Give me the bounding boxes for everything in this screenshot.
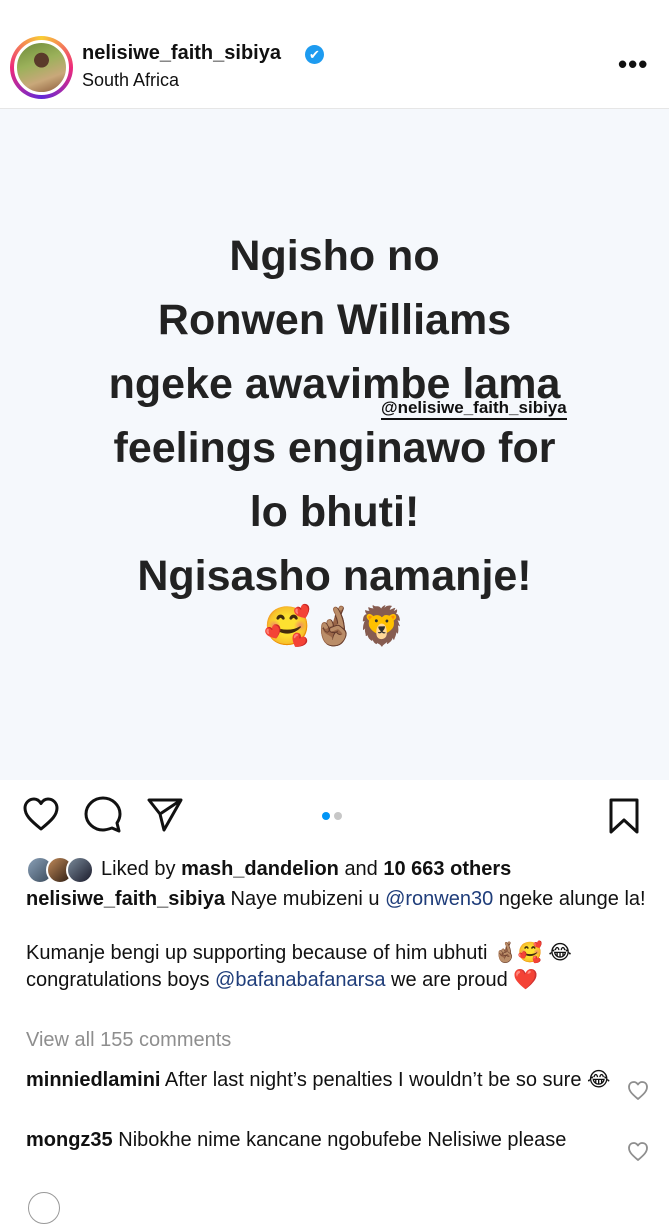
liker-avatars[interactable]: [26, 856, 96, 884]
likes-and: and: [344, 858, 378, 880]
carousel-dot-active: [322, 812, 330, 820]
post-text-line: Ronwen Williams: [157, 296, 512, 344]
caption-text: we are proud ❤️: [391, 969, 539, 991]
carousel-dot: [334, 812, 342, 820]
post-text-line: Ngisho no: [229, 232, 440, 280]
more-options-icon[interactable]: •••: [618, 51, 648, 77]
comment: minniedlamini After last night’s penalti…: [26, 1067, 611, 1093]
heart-icon[interactable]: [22, 796, 60, 832]
comment-icon[interactable]: [84, 796, 122, 834]
liker-username[interactable]: mash_dandelion: [181, 858, 339, 880]
emoji-row: 🥰🤞🏽🦁: [263, 606, 406, 648]
view-all-comments-link[interactable]: View all 155 comments: [26, 1029, 231, 1052]
post-text-line: Ngisasho namanje!: [137, 552, 532, 600]
comment-like-heart-icon[interactable]: [627, 1141, 649, 1163]
username[interactable]: nelisiwe_faith_sibiya: [82, 42, 281, 65]
verified-badge-icon: ✔: [305, 45, 324, 64]
post-text-line: lo bhuti!: [249, 488, 420, 536]
likes-summary[interactable]: Liked by mash_dandelion and 10 663 other…: [101, 856, 511, 882]
mention-sticker[interactable]: @nelisiwe_faith_sibiya: [381, 398, 567, 420]
post-header: nelisiwe_faith_sibiya ✔ South Africa •••: [0, 0, 669, 109]
avatar[interactable]: [14, 40, 69, 95]
likes-prefix: Liked by: [101, 858, 176, 880]
caption-text: ngeke alunge la!: [498, 888, 646, 910]
caption: nelisiwe_faith_sibiya Naye mubizeni u @r…: [26, 886, 646, 994]
post-text-line: feelings enginawo for: [113, 424, 556, 472]
comment-text: After last night’s penalties I wouldn’t …: [164, 1069, 611, 1091]
post-text-line: ngeke awavimbe lama: [108, 360, 561, 408]
likes-count[interactable]: 10 663 others: [383, 858, 511, 880]
location[interactable]: South Africa: [82, 70, 179, 91]
send-icon[interactable]: [146, 797, 184, 833]
add-comment-avatar[interactable]: [28, 1192, 60, 1224]
caption-text: Naye mubizeni u: [230, 888, 380, 910]
comment-username[interactable]: mongz35: [26, 1129, 113, 1151]
comment: mongz35 Nibokhe nime kancane ngobufebe N…: [26, 1127, 611, 1153]
caption-mention[interactable]: @ronwen30: [385, 888, 493, 910]
caption-mention[interactable]: @bafanabafanarsa: [215, 969, 385, 991]
avatar: [66, 856, 94, 884]
caption-username[interactable]: nelisiwe_faith_sibiya: [26, 888, 225, 910]
bookmark-icon[interactable]: [608, 797, 640, 835]
comment-text: Nibokhe nime kancane ngobufebe Nelisiwe …: [118, 1129, 567, 1151]
post-text: Ngisho no Ronwen Williams ngeke awavimbe…: [0, 224, 669, 608]
carousel-indicator: [322, 807, 346, 825]
comment-username[interactable]: minniedlamini: [26, 1069, 160, 1091]
caption-text: Kumanje bengi up supporting because of h…: [26, 942, 543, 964]
comment-like-heart-icon[interactable]: [627, 1080, 649, 1102]
